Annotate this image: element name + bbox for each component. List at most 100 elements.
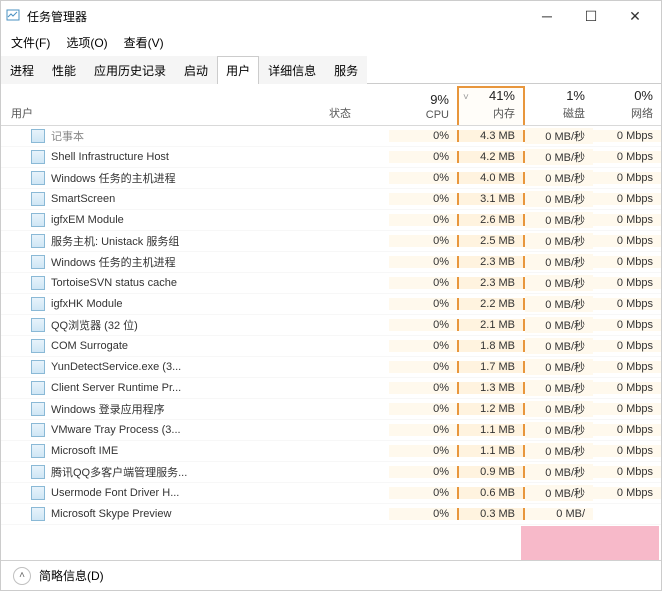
column-disk[interactable]: 1% 磁盘: [525, 88, 593, 125]
process-name-cell: Windows 登录应用程序: [1, 401, 329, 417]
column-network[interactable]: 0% 网络: [593, 88, 661, 125]
memory-cell: 2.6 MB: [457, 214, 525, 226]
memory-cell: 0.9 MB: [457, 466, 525, 478]
table-row[interactable]: QQ浏览器 (32 位)0%2.1 MB0 MB/秒0 Mbps: [1, 315, 661, 336]
column-status[interactable]: 状态: [329, 105, 389, 125]
disk-cell: 0 MB/秒: [525, 128, 593, 144]
cpu-cell: 0%: [389, 445, 457, 457]
table-row[interactable]: Usermode Font Driver H...0%0.6 MB0 MB/秒0…: [1, 483, 661, 504]
cpu-cell: 0%: [389, 214, 457, 226]
cpu-cell: 0%: [389, 340, 457, 352]
table-row[interactable]: YunDetectService.exe (3...0%1.7 MB0 MB/秒…: [1, 357, 661, 378]
table-row[interactable]: 腾讯QQ多客户端管理服务...0%0.9 MB0 MB/秒0 Mbps: [1, 462, 661, 483]
table-row[interactable]: Microsoft IME0%1.1 MB0 MB/秒0 Mbps: [1, 441, 661, 462]
table-row[interactable]: SmartScreen0%3.1 MB0 MB/秒0 Mbps: [1, 189, 661, 210]
process-name: 服务主机: Unistack 服务组: [51, 233, 179, 249]
table-row[interactable]: TortoiseSVN status cache0%2.3 MB0 MB/秒0 …: [1, 273, 661, 294]
memory-cell: 2.2 MB: [457, 298, 525, 310]
footer-label[interactable]: 简略信息(D): [39, 567, 104, 584]
titlebar: 任务管理器 ─ ☐ ✕: [1, 1, 661, 31]
table-row[interactable]: Shell Infrastructure Host0%4.2 MB0 MB/秒0…: [1, 147, 661, 168]
window-title: 任务管理器: [27, 8, 525, 25]
process-icon: [31, 297, 45, 311]
process-icon: [31, 192, 45, 206]
column-name[interactable]: 用户: [1, 105, 329, 125]
process-icon: [31, 339, 45, 353]
network-cell: 0 Mbps: [593, 193, 661, 205]
disk-cell: 0 MB/秒: [525, 149, 593, 165]
table-row[interactable]: COM Surrogate0%1.8 MB0 MB/秒0 Mbps: [1, 336, 661, 357]
process-icon: [31, 423, 45, 437]
tab-6[interactable]: 服务: [325, 56, 367, 84]
minimize-button[interactable]: ─: [525, 2, 569, 30]
process-name: COM Surrogate: [51, 340, 128, 352]
process-icon: [31, 402, 45, 416]
process-name-cell: Shell Infrastructure Host: [1, 150, 329, 164]
menu-file[interactable]: 文件(F): [5, 32, 56, 53]
network-cell: 0 Mbps: [593, 361, 661, 373]
process-icon: [31, 318, 45, 332]
process-name-cell: VMware Tray Process (3...: [1, 423, 329, 437]
memory-cell: 1.8 MB: [457, 340, 525, 352]
maximize-button[interactable]: ☐: [569, 2, 613, 30]
table-row[interactable]: Client Server Runtime Pr...0%1.3 MB0 MB/…: [1, 378, 661, 399]
tab-5[interactable]: 详细信息: [259, 56, 325, 84]
table-row[interactable]: Windows 任务的主机进程0%4.0 MB0 MB/秒0 Mbps: [1, 168, 661, 189]
close-button[interactable]: ✕: [613, 2, 657, 30]
process-name: Windows 登录应用程序: [51, 401, 165, 417]
tab-2[interactable]: 应用历史记录: [85, 56, 175, 84]
process-name: SmartScreen: [51, 193, 115, 205]
network-cell: 0 Mbps: [593, 466, 661, 478]
process-name: 记事本: [51, 128, 84, 144]
cpu-cell: 0%: [389, 130, 457, 142]
table-row[interactable]: igfxHK Module0%2.2 MB0 MB/秒0 Mbps: [1, 294, 661, 315]
table-row[interactable]: VMware Tray Process (3...0%1.1 MB0 MB/秒0…: [1, 420, 661, 441]
cpu-cell: 0%: [389, 487, 457, 499]
process-icon: [31, 276, 45, 290]
tab-3[interactable]: 启动: [175, 56, 217, 84]
network-cell: 0 Mbps: [593, 445, 661, 457]
disk-cell: 0 MB/: [525, 508, 593, 520]
process-name: YunDetectService.exe (3...: [51, 361, 181, 373]
process-name-cell: Windows 任务的主机进程: [1, 254, 329, 270]
menu-view[interactable]: 查看(V): [118, 32, 170, 53]
process-name-cell: Microsoft IME: [1, 444, 329, 458]
memory-cell: 1.7 MB: [457, 361, 525, 373]
tab-4[interactable]: 用户: [217, 56, 259, 84]
memory-cell: 1.2 MB: [457, 403, 525, 415]
process-icon: [31, 444, 45, 458]
cpu-cell: 0%: [389, 319, 457, 331]
column-cpu[interactable]: 9% CPU: [389, 92, 457, 125]
cpu-cell: 0%: [389, 151, 457, 163]
process-name: Shell Infrastructure Host: [51, 151, 169, 163]
table-row[interactable]: 记事本0%4.3 MB0 MB/秒0 Mbps: [1, 126, 661, 147]
process-name-cell: igfxEM Module: [1, 213, 329, 227]
table-row[interactable]: Windows 任务的主机进程0%2.3 MB0 MB/秒0 Mbps: [1, 252, 661, 273]
network-cell: 0 Mbps: [593, 235, 661, 247]
memory-cell: 3.1 MB: [457, 193, 525, 205]
process-list[interactable]: 记事本0%4.3 MB0 MB/秒0 MbpsShell Infrastruct…: [1, 126, 661, 560]
memory-cell: 2.3 MB: [457, 256, 525, 268]
collapse-icon[interactable]: ˄: [13, 567, 31, 585]
overlay-decoration: [521, 526, 659, 561]
table-row[interactable]: Microsoft Skype Preview0%0.3 MB0 MB/: [1, 504, 661, 525]
cpu-cell: 0%: [389, 361, 457, 373]
network-cell: 0 Mbps: [593, 130, 661, 142]
table-row[interactable]: igfxEM Module0%2.6 MB0 MB/秒0 Mbps: [1, 210, 661, 231]
network-cell: 0 Mbps: [593, 151, 661, 163]
app-icon: [5, 8, 21, 24]
column-memory[interactable]: 41% 内存: [457, 86, 525, 125]
tab-0[interactable]: 进程: [1, 56, 43, 84]
disk-cell: 0 MB/秒: [525, 380, 593, 396]
menu-options[interactable]: 选项(O): [60, 32, 113, 53]
disk-cell: 0 MB/秒: [525, 191, 593, 207]
table-row[interactable]: 服务主机: Unistack 服务组0%2.5 MB0 MB/秒0 Mbps: [1, 231, 661, 252]
table-row[interactable]: Windows 登录应用程序0%1.2 MB0 MB/秒0 Mbps: [1, 399, 661, 420]
disk-cell: 0 MB/秒: [525, 170, 593, 186]
process-name: Client Server Runtime Pr...: [51, 382, 181, 394]
process-name: Windows 任务的主机进程: [51, 170, 176, 186]
menubar: 文件(F) 选项(O) 查看(V): [1, 31, 661, 53]
disk-cell: 0 MB/秒: [525, 443, 593, 459]
process-name-cell: QQ浏览器 (32 位): [1, 317, 329, 333]
tab-1[interactable]: 性能: [43, 56, 85, 84]
